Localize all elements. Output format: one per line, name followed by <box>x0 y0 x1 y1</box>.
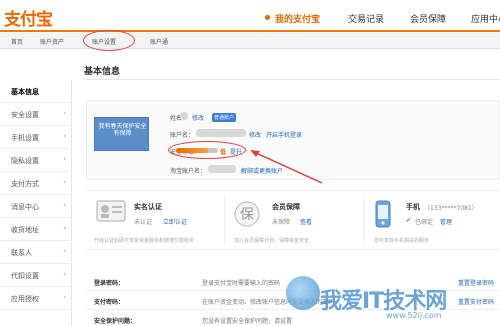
sub-navigation: 首页 账户资产 账户设置 账户通 <box>0 33 500 49</box>
sidebar-item-app-authorization[interactable]: 应用授权 › <box>0 287 72 310</box>
page-title: 基本信息 <box>84 67 121 77</box>
sidebar-item-privacy[interactable]: 隐私设置 › <box>0 149 72 172</box>
title-divider <box>84 79 500 80</box>
avatar-caption: 我有春天保护安全有保障 <box>98 123 147 137</box>
sidebar-item-label: 收货地址 <box>11 226 39 234</box>
shield-bao-icon: 保 <box>234 201 260 227</box>
card-phone-number: （133*****7081） <box>424 205 478 212</box>
sidebar-item-mobile[interactable]: 手机设置 › <box>0 126 72 149</box>
sidebar-item-label: 消息中心 <box>11 203 39 211</box>
account-label: 账户名： <box>170 132 195 139</box>
card-divider <box>364 195 365 245</box>
sidebar-item-label: 代扣设置 <box>11 272 39 280</box>
name-edit-link[interactable]: 修改 <box>192 113 204 122</box>
chevron-right-icon: › <box>63 178 66 186</box>
subnav-home[interactable]: 首页 <box>11 37 23 46</box>
subnav-account-pass[interactable]: 账户通 <box>150 37 168 46</box>
watermark-globe-icon <box>286 276 320 310</box>
name-value-redacted <box>180 112 188 120</box>
annotation-oval-subnav <box>83 30 135 51</box>
sidebar-item-payment-methods[interactable]: 支付方式 › <box>0 172 72 195</box>
row-desc: 登录支付宝时需要输入的密码 <box>202 280 281 287</box>
reset-login-password-link[interactable]: 重置登录密码 <box>458 278 494 287</box>
watermark-url: www.52ij.com <box>386 311 442 320</box>
row-label: 登录密码： <box>94 280 125 287</box>
card-status-phone: 已绑定 <box>415 219 434 226</box>
nav-member-protection[interactable]: 会员保障 <box>410 12 446 25</box>
sidebar-item-label: 基本信息 <box>11 88 39 96</box>
card-divider <box>224 195 225 245</box>
taobao-value-redacted <box>208 165 236 173</box>
sidebar-item-security[interactable]: 安全设置 › <box>0 103 72 126</box>
card-desc-phone: 您可享有手机相关的服务 <box>374 238 430 244</box>
card-title-phone: 手机 <box>406 203 420 211</box>
taobao-unbind-link[interactable]: 解绑或更换账户 <box>241 166 283 175</box>
row-desc: 您没有设置安全保护问题，请设置 <box>202 318 293 325</box>
nav-app-center[interactable]: 应用中心 <box>471 12 500 25</box>
row-label: 支付密码： <box>94 299 125 306</box>
row-label: 安全保护问题： <box>94 318 137 325</box>
chevron-right-icon: › <box>63 270 66 278</box>
sidebar: 基本信息 安全设置 › 手机设置 › 隐私设置 › 支付方式 › 消息中心 › … <box>0 80 72 326</box>
sidebar-item-message-center[interactable]: 消息中心 › <box>0 195 72 218</box>
card-desc-member: 加入会员保障计划，保障资金安全 <box>234 238 310 244</box>
sidebar-item-label: 安全设置 <box>11 111 39 119</box>
id-card-icon <box>96 200 126 222</box>
nav-my-alipay[interactable]: 我的支付宝 <box>275 12 320 25</box>
chevron-right-icon: › <box>63 155 66 163</box>
chevron-right-icon: › <box>63 247 66 255</box>
verify-now-link[interactable]: 立即认证 <box>163 217 187 226</box>
svg-text:保: 保 <box>240 207 254 223</box>
top-header: 支付宝 我的支付宝 交易记录 会员保障 应用中心 <box>0 0 500 33</box>
card-status-member: 未保障 <box>272 219 291 226</box>
active-nav-dot-icon <box>265 15 270 20</box>
chevron-right-icon: › <box>63 109 66 117</box>
avatar[interactable]: 我有春天保护安全有保障 <box>94 117 149 151</box>
mobile-phone-icon <box>375 200 391 228</box>
nav-transactions[interactable]: 交易记录 <box>348 12 384 25</box>
phone-manage-link[interactable]: 管理 <box>440 217 452 226</box>
reset-payment-password-link[interactable]: 重置支付密码 <box>458 297 494 306</box>
chevron-right-icon: › <box>63 224 66 232</box>
header-divider <box>0 30 500 32</box>
annotation-oval-security <box>168 141 246 159</box>
sidebar-item-label: 隐私设置 <box>11 157 39 165</box>
subnav-account-assets[interactable]: 账户资产 <box>40 37 64 46</box>
account-edit-link[interactable]: 修改 <box>249 130 261 139</box>
mobile-login-link[interactable]: 开启手机登录 <box>266 130 302 139</box>
card-status-realname: 未认证 <box>134 219 153 226</box>
chevron-right-icon: › <box>63 132 66 140</box>
sidebar-item-shipping-address[interactable]: 收货地址 › <box>0 218 72 241</box>
chevron-right-icon: › <box>63 293 66 301</box>
sidebar-item-label: 联系人 <box>11 249 32 257</box>
account-type-badge: 普通账户 <box>212 113 237 122</box>
chevron-right-icon: › <box>63 201 66 209</box>
card-title-realname: 实名认证 <box>134 203 162 211</box>
sidebar-item-label: 支付方式 <box>11 180 39 188</box>
member-view-link[interactable]: 查看 <box>300 217 312 226</box>
alipay-logo[interactable]: 支付宝 <box>4 5 53 30</box>
card-title-member: 会员保障 <box>272 203 300 211</box>
check-icon: ✔ <box>406 217 412 224</box>
taobao-account-label: 淘宝账户名： <box>170 168 207 175</box>
sidebar-item-auto-debit[interactable]: 代扣设置 › <box>0 264 72 287</box>
card-desc-realname: 升级认证后即可享受资金服务和便捷付款服务 <box>94 238 195 244</box>
sidebar-item-label: 应用授权 <box>11 295 39 303</box>
sidebar-item-basic-info[interactable]: 基本信息 <box>0 80 72 103</box>
sidebar-item-label: 手机设置 <box>11 134 39 142</box>
sidebar-item-contacts[interactable]: 联系人 › <box>0 241 72 264</box>
account-value-redacted <box>196 129 246 137</box>
